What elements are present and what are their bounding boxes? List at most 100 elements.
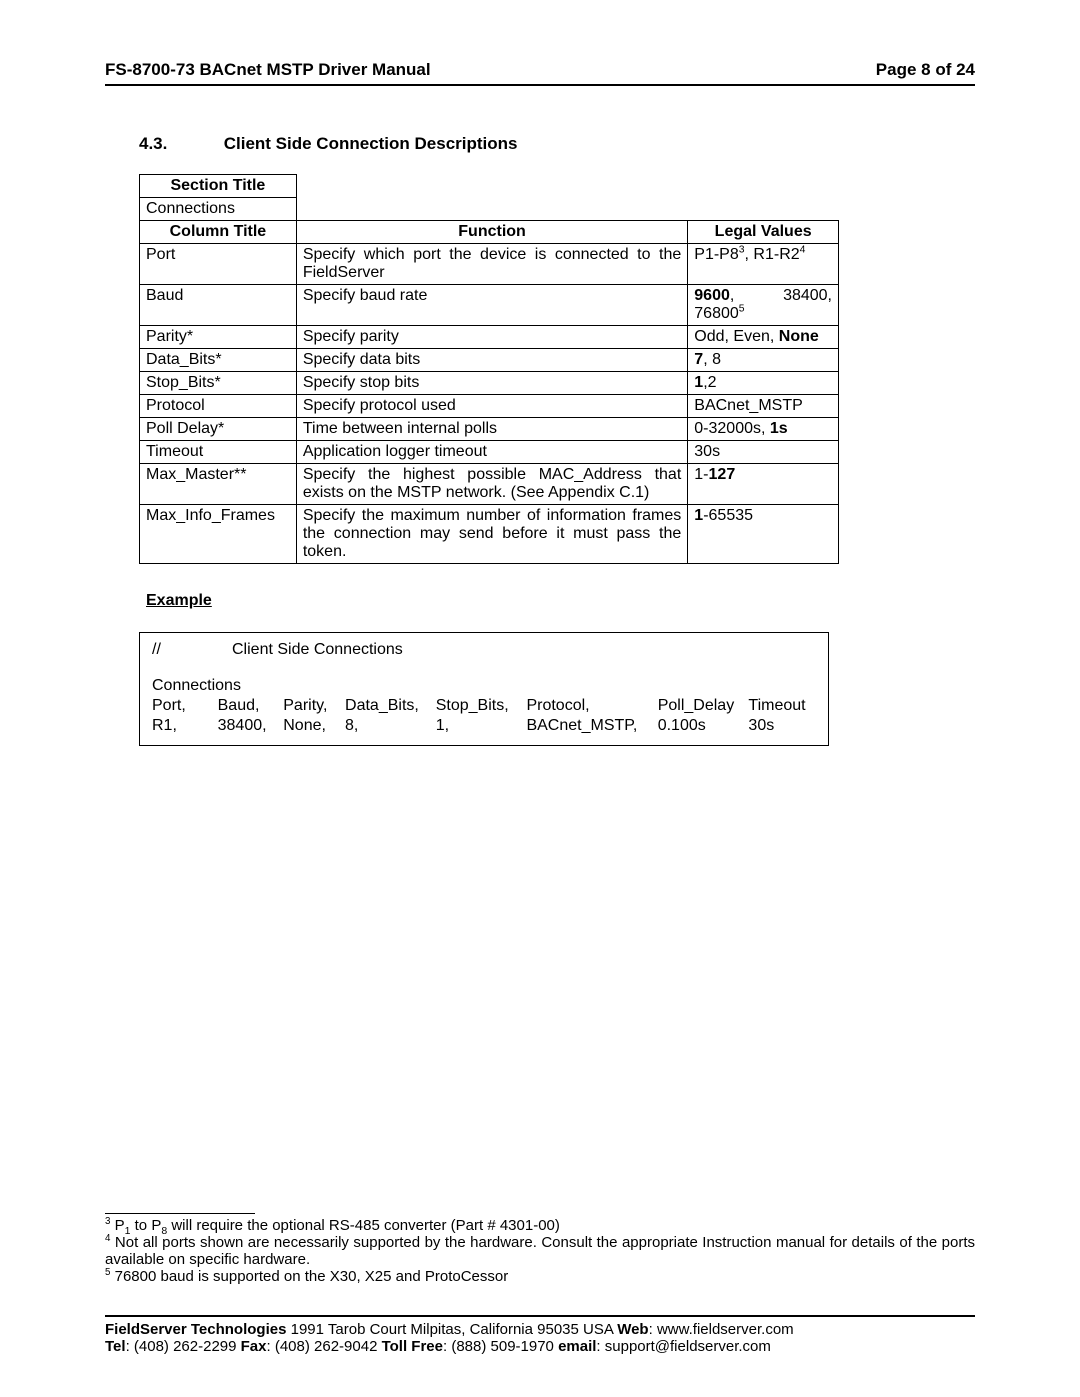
cell-legal: 9600, 38400, 768005	[688, 285, 839, 326]
cell-title: Max_Master**	[140, 464, 297, 505]
txt: 127	[709, 466, 736, 483]
footer-company: FieldServer Technologies	[105, 1321, 286, 1338]
th-legal: Legal Values	[688, 221, 839, 244]
footnote-4: 4 Not all ports shown are necessarily su…	[105, 1234, 975, 1268]
ex-val: 1,	[436, 717, 527, 735]
table-row: Stop_Bits* Specify stop bits 1,2	[140, 372, 839, 395]
page-number: Page 8 of 24	[876, 60, 975, 80]
footer-tel-label: Tel	[105, 1338, 126, 1355]
cell-legal: 0-32000s, 1s	[688, 418, 839, 441]
cell-title: Stop_Bits*	[140, 372, 297, 395]
section-title-text: Client Side Connection Descriptions	[224, 134, 518, 153]
section-heading: 4.3. Client Side Connection Descriptions	[139, 134, 975, 154]
txt: 1s	[770, 420, 788, 437]
cell-title: Timeout	[140, 441, 297, 464]
footnote-3: 3 P1 to P8 will require the optional RS-…	[105, 1217, 975, 1234]
txt: to P	[130, 1217, 161, 1234]
example-headers-row: Port, Baud, Parity, Data_Bits, Stop_Bits…	[152, 697, 816, 715]
th-section-title: Section Title	[140, 175, 297, 198]
txt: 9600	[694, 287, 730, 304]
example-comment: Client Side Connections	[232, 641, 403, 659]
cell-func: Specify stop bits	[296, 372, 687, 395]
txt: 76800 baud is supported on the X30, X25 …	[110, 1268, 508, 1285]
cell-legal: Odd, Even, None	[688, 326, 839, 349]
cell-title: Protocol	[140, 395, 297, 418]
th-column-title: Column Title	[140, 221, 297, 244]
table-row: Protocol Specify protocol used BACnet_MS…	[140, 395, 839, 418]
ex-val: None,	[283, 717, 345, 735]
cell-title: Parity*	[140, 326, 297, 349]
ex-col: Poll_Delay	[658, 697, 749, 715]
table-row: Parity* Specify parity Odd, Even, None	[140, 326, 839, 349]
connection-table: Section Title Connections Column Title F…	[139, 174, 839, 564]
cell-legal: 30s	[688, 441, 839, 464]
cell-title: Baud	[140, 285, 297, 326]
table-row: Baud Specify baud rate 9600, 38400, 7680…	[140, 285, 839, 326]
txt: Not all ports shown are necessarily supp…	[105, 1234, 975, 1268]
table-row: Port Specify which port the device is co…	[140, 244, 839, 285]
txt: ,2	[703, 374, 716, 391]
txt: 1	[694, 507, 703, 524]
footer-tel: : (408) 262-2299	[126, 1338, 241, 1355]
ex-col: Parity,	[283, 697, 345, 715]
cell-legal: 1,2	[688, 372, 839, 395]
ex-val: BACnet_MSTP,	[526, 717, 657, 735]
ex-val: 8,	[345, 717, 436, 735]
footer-web-label: Web	[617, 1321, 648, 1338]
ex-col: Protocol,	[526, 697, 657, 715]
footer-address: 1991 Tarob Court Milpitas, California 95…	[286, 1321, 617, 1338]
doc-title: FS-8700-73 BACnet MSTP Driver Manual	[105, 60, 431, 80]
txt: will require the optional RS-485 convert…	[167, 1217, 560, 1234]
footer-email-label: email	[558, 1338, 596, 1355]
ex-val: 38400,	[218, 717, 284, 735]
txt: 7	[694, 351, 703, 368]
ex-val: 0.100s	[658, 717, 749, 735]
ex-col: Stop_Bits,	[436, 697, 527, 715]
cell-func: Specify protocol used	[296, 395, 687, 418]
cell-func: Specify data bits	[296, 349, 687, 372]
table-row: Timeout Application logger timeout 30s	[140, 441, 839, 464]
ex-col: Port,	[152, 697, 218, 715]
footer-tollfree: : (888) 509-1970	[443, 1338, 558, 1355]
txt: Odd, Even,	[694, 328, 779, 345]
txt: P1-P8	[694, 246, 738, 263]
example-box: // Client Side Connections Connections P…	[139, 632, 829, 746]
footnote-separator	[105, 1213, 255, 1214]
cell-title: Max_Info_Frames	[140, 505, 297, 564]
example-slashes: //	[152, 641, 232, 659]
sup: 4	[800, 245, 806, 256]
cell-func: Specify parity	[296, 326, 687, 349]
cell-legal: 1-127	[688, 464, 839, 505]
txt: 1	[694, 374, 703, 391]
cell-legal: BACnet_MSTP	[688, 395, 839, 418]
cell-func: Application logger timeout	[296, 441, 687, 464]
section-number: 4.3.	[139, 134, 219, 154]
txt: 0-32000s,	[694, 420, 770, 437]
sup: 5	[739, 304, 745, 315]
txt: , 8	[703, 351, 721, 368]
example-connections: Connections	[152, 677, 816, 695]
table-row: Poll Delay* Time between internal polls …	[140, 418, 839, 441]
table-row: Max_Info_Frames Specify the maximum numb…	[140, 505, 839, 564]
table-row: Max_Master** Specify the highest possibl…	[140, 464, 839, 505]
cell-title: Data_Bits*	[140, 349, 297, 372]
example-values-row: R1, 38400, None, 8, 1, BACnet_MSTP, 0.10…	[152, 717, 816, 735]
ex-col: Data_Bits,	[345, 697, 436, 715]
cell-title: Poll Delay*	[140, 418, 297, 441]
cell-func: Specify baud rate	[296, 285, 687, 326]
td-section-title-value: Connections	[140, 198, 297, 221]
footer-fax: : (408) 262-9042	[267, 1338, 382, 1355]
txt: -65535	[703, 507, 753, 524]
txt: P	[110, 1217, 124, 1234]
cell-legal: 7, 8	[688, 349, 839, 372]
cell-func: Time between internal polls	[296, 418, 687, 441]
txt: None	[779, 328, 819, 345]
ex-val: R1,	[152, 717, 218, 735]
ex-val: 30s	[748, 717, 816, 735]
footer-email: : support@fieldserver.com	[596, 1338, 770, 1355]
footnotes: 3 P1 to P8 will require the optional RS-…	[105, 1213, 975, 1285]
txt: , R1-R2	[745, 246, 800, 263]
cell-func: Specify the maximum number of informatio…	[296, 505, 687, 564]
ex-col: Baud,	[218, 697, 284, 715]
txt: 1-	[694, 466, 708, 483]
